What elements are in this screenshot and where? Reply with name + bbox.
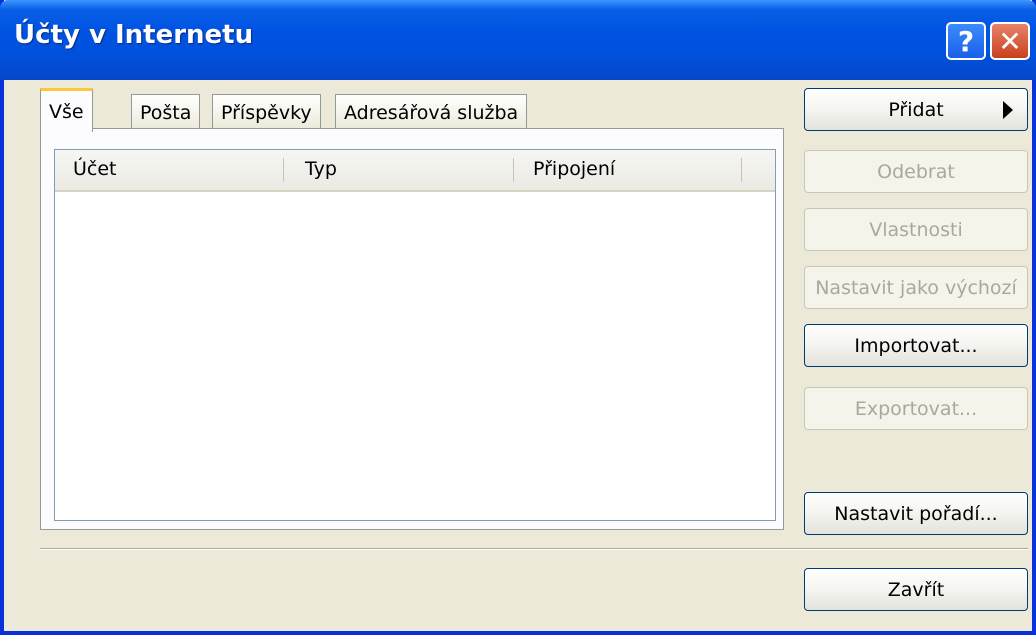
set-default-button-label: Nastavit jako výchozí: [815, 276, 1017, 299]
tab-panel: Účet Typ Připojení: [40, 128, 784, 530]
close-button-label: Zavřít: [887, 578, 945, 601]
column-divider[interactable]: [741, 158, 742, 182]
properties-button[interactable]: Vlastnosti: [804, 208, 1028, 251]
add-button[interactable]: Přidat: [804, 88, 1028, 131]
set-order-button[interactable]: Nastavit pořadí...: [804, 492, 1028, 535]
accounts-list[interactable]: Účet Typ Připojení: [54, 149, 776, 521]
arrow-right-icon: [1003, 101, 1013, 119]
help-button[interactable]: ?: [946, 22, 986, 60]
tab-all[interactable]: Vše: [40, 88, 93, 132]
tab-mail-label: Pošta: [140, 102, 192, 124]
close-icon: ✕: [998, 24, 1022, 58]
set-default-button[interactable]: Nastavit jako výchozí: [804, 266, 1028, 309]
column-header-connection[interactable]: Připojení: [533, 158, 615, 180]
title-bar[interactable]: Účty v Internetu ? ✕: [0, 0, 1036, 80]
window-title: Účty v Internetu: [14, 20, 254, 50]
dialog-window: Účty v Internetu ? ✕ Vše Pošta Příspěvky…: [0, 0, 1036, 635]
help-icon: ?: [957, 24, 975, 58]
remove-button[interactable]: Odebrat: [804, 150, 1028, 193]
close-button[interactable]: Zavřít: [804, 568, 1028, 611]
column-divider[interactable]: [283, 158, 284, 182]
tab-directory-service[interactable]: Adresářová služba: [335, 94, 528, 130]
tab-all-label: Vše: [49, 101, 84, 123]
add-button-label: Přidat: [888, 98, 944, 121]
tab-news[interactable]: Příspěvky: [212, 94, 321, 130]
export-button-label: Exportovat...: [854, 397, 978, 420]
import-button[interactable]: Importovat...: [804, 324, 1028, 367]
list-header: Účet Typ Připojení: [55, 150, 775, 192]
column-header-account[interactable]: Účet: [73, 158, 117, 180]
remove-button-label: Odebrat: [877, 160, 955, 183]
export-button[interactable]: Exportovat...: [804, 387, 1028, 430]
set-order-button-label: Nastavit pořadí...: [834, 502, 998, 525]
column-divider[interactable]: [513, 158, 514, 182]
footer-divider: [40, 548, 1028, 550]
tab-mail[interactable]: Pošta: [131, 94, 201, 130]
properties-button-label: Vlastnosti: [869, 218, 963, 241]
column-header-type[interactable]: Typ: [305, 158, 337, 180]
import-button-label: Importovat...: [854, 334, 978, 357]
close-window-button[interactable]: ✕: [990, 22, 1030, 60]
tab-news-label: Příspěvky: [221, 102, 312, 124]
tab-directory-service-label: Adresářová služba: [344, 102, 519, 124]
